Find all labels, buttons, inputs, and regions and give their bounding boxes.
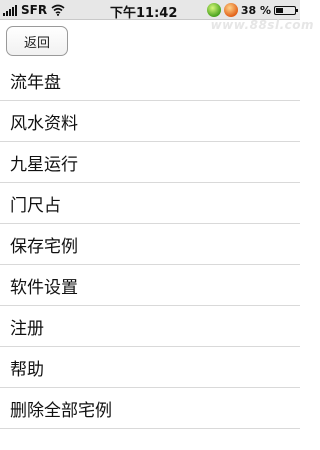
battery-icon bbox=[274, 5, 298, 15]
carrier-label: SFR bbox=[21, 3, 48, 17]
app-icon-green bbox=[206, 3, 221, 17]
menu-item-delete-all[interactable]: 删除全部宅例 bbox=[0, 388, 300, 429]
menu-item-register[interactable]: 注册 bbox=[0, 306, 300, 347]
battery-fill bbox=[276, 7, 283, 13]
battery-percent: 38 % bbox=[240, 3, 271, 17]
menu-list: 流年盘 风水资料 九星运行 门尺占 保存宅例 软件设置 注册 帮助 删除全部宅例 bbox=[0, 60, 300, 429]
menu-item-liunianpan[interactable]: 流年盘 bbox=[0, 60, 300, 101]
status-bar: SFR 下午11:42 38 % bbox=[0, 0, 300, 21]
menu-item-save-house[interactable]: 保存宅例 bbox=[0, 224, 300, 265]
app-icon-orange bbox=[223, 3, 238, 17]
wifi-icon bbox=[51, 4, 65, 16]
menu-item-help[interactable]: 帮助 bbox=[0, 347, 300, 388]
status-right: 38 % bbox=[206, 2, 298, 18]
menu-item-settings[interactable]: 软件设置 bbox=[0, 265, 300, 306]
menu-item-door-ruler[interactable]: 门尺占 bbox=[0, 183, 300, 224]
signal-icon bbox=[3, 4, 17, 16]
watermark: www.88sl.com bbox=[210, 18, 314, 32]
status-time: 下午11:42 bbox=[110, 6, 178, 21]
menu-item-fengshui-info[interactable]: 风水资料 bbox=[0, 101, 300, 142]
menu-item-nine-stars[interactable]: 九星运行 bbox=[0, 142, 300, 183]
status-left: SFR bbox=[3, 2, 65, 18]
back-button[interactable]: 返回 bbox=[6, 26, 68, 56]
